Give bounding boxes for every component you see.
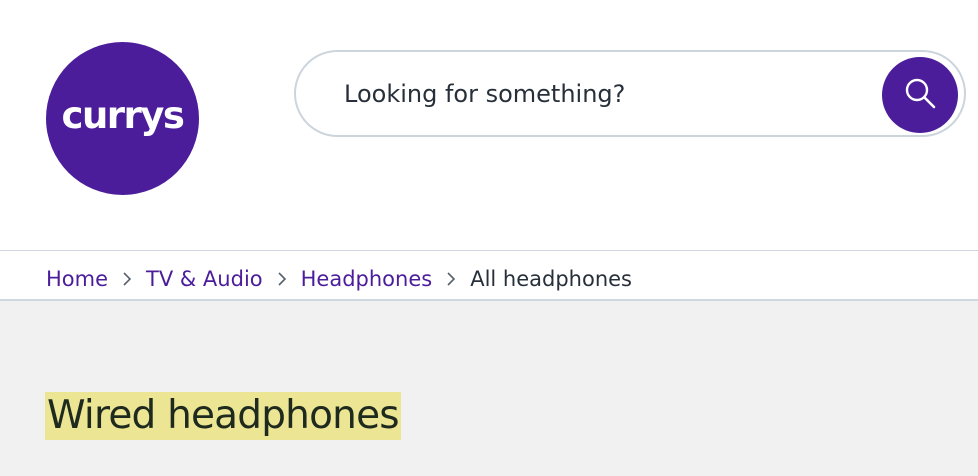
main-content: Wired headphones [0,301,978,476]
page: currys Home TV & Audio [0,0,978,476]
breadcrumb-current: All headphones [470,267,632,291]
site-header: currys [0,0,978,250]
search-button[interactable] [882,57,958,133]
search-bar [294,50,966,137]
breadcrumb-home[interactable]: Home [46,266,108,292]
breadcrumb-headphones[interactable]: Headphones [301,266,433,292]
breadcrumb: Home TV & Audio Headphones All headphone… [46,266,632,292]
currys-logo[interactable]: currys [46,42,199,195]
chevron-right-icon [108,266,146,292]
chevron-right-icon [263,266,301,292]
breadcrumb-tv-audio[interactable]: TV & Audio [146,266,263,292]
search-input[interactable] [344,70,864,118]
breadcrumb-bar: Home TV & Audio Headphones All headphone… [0,250,978,301]
chevron-right-icon [432,266,470,292]
page-title: Wired headphones [45,392,401,440]
logo-text: currys [61,94,185,137]
search-icon [903,76,937,114]
